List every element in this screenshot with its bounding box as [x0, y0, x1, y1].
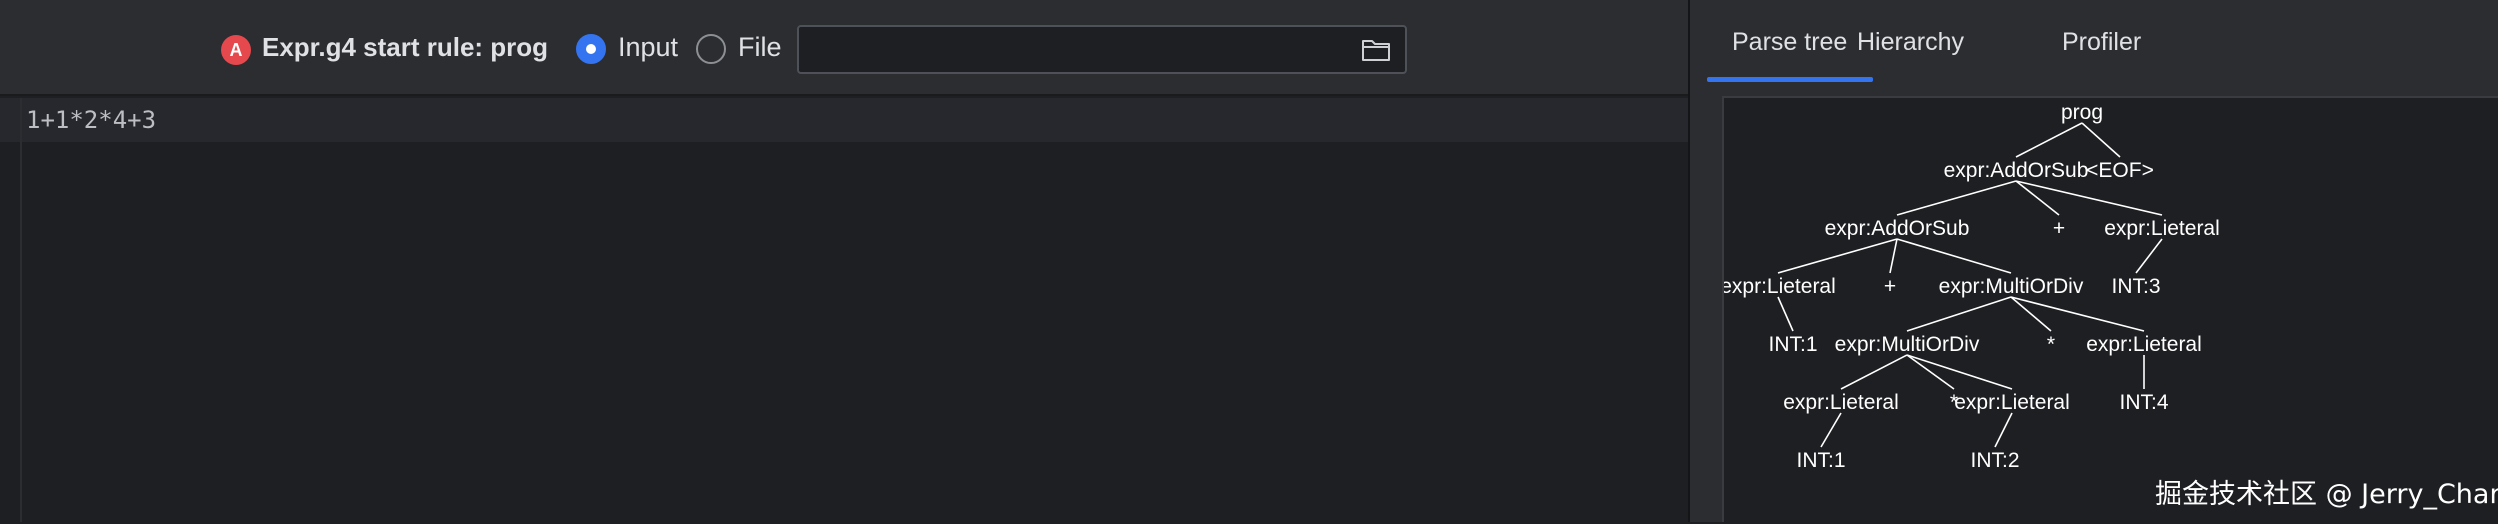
- tree-edge-lit_1b-int_1b: [1820, 412, 1842, 448]
- tree-node-mul-inner[interactable]: expr:MultiOrDiv: [1835, 333, 1980, 356]
- editor-gutter: [0, 98, 22, 522]
- parse-tree-graph: progexpr:AddOrSub<EOF>expr:AddOrSub + expr…: [1724, 101, 2220, 472]
- tree-node-lit-1a[interactable]: expr:Lieteral: [1724, 275, 1836, 298]
- tree-edge-mul_inner-lit_1b: [1840, 354, 1908, 390]
- tree-edge-mul_inner-lit_2: [1906, 354, 2013, 390]
- tree-edge-mul_outer-mul_inner: [1906, 296, 2012, 332]
- tree-node-lit-3[interactable]: expr:Lieteral: [2104, 217, 2220, 240]
- tree-node-int-4[interactable]: INT:4: [2119, 391, 2168, 414]
- tree-node-root[interactable]: prog: [2061, 101, 2103, 124]
- tree-node-int-1b[interactable]: INT:1: [1796, 449, 1845, 472]
- current-line-highlight: [0, 98, 1688, 142]
- tree-node-star-outer[interactable]: *: [2047, 333, 2055, 356]
- tree-node-int-1a[interactable]: INT:1: [1768, 333, 1817, 356]
- tree-node-lit-2[interactable]: expr:Lieteral: [1954, 391, 2070, 414]
- tree-edge-lit_1a-int_1a: [1777, 296, 1794, 332]
- tree-edge-lit_2-int_2: [1994, 412, 2013, 448]
- tree-node-int-3[interactable]: INT:3: [2111, 275, 2160, 298]
- tab-profiler[interactable]: Profiler: [2062, 28, 2141, 57]
- active-tab-indicator: [1707, 77, 1873, 82]
- error-icon: A: [221, 35, 251, 65]
- parse-tree-panel[interactable]: prog expr:AddOrSub <EOF> expr:AddOrSub + expr…: [1722, 96, 2498, 522]
- tree-edge-lit_3-int_3: [2135, 238, 2163, 274]
- start-rule-label: Expr.g4 start rule: prog: [262, 32, 549, 62]
- input-radio[interactable]: [576, 34, 606, 64]
- tree-node-lit-1b[interactable]: expr:Lieteral: [1783, 391, 1899, 414]
- tree-node-mul-outer[interactable]: expr:MultiOrDiv: [1939, 275, 2084, 298]
- results-tabs: Parse tree Hierarchy Profiler: [1690, 0, 2498, 84]
- tree-edge-mul_inner-star_inner: [1906, 354, 1955, 390]
- watermark: 掘金技术社区 @ Jerry_Chan: [2155, 479, 2498, 510]
- input-editor[interactable]: 1+1*2*4+3: [0, 98, 1688, 522]
- tab-hierarchy[interactable]: Hierarchy: [1857, 28, 1964, 57]
- tree-edge-add_outer-add_inner: [1896, 180, 2017, 216]
- tree-node-add-outer[interactable]: expr:AddOrSub: [1944, 159, 2089, 182]
- tree-node-add-inner[interactable]: expr:AddOrSub: [1825, 217, 1970, 240]
- tree-node-plus-inner[interactable]: +: [1884, 275, 1896, 298]
- tree-edge-add_inner-lit_1a: [1777, 238, 1898, 274]
- file-path-field[interactable]: [797, 25, 1407, 74]
- tree-edge-root-eof: [2081, 122, 2121, 158]
- tree-node-plus-outer[interactable]: +: [2053, 217, 2065, 240]
- tree-edge-root-add_outer: [2015, 122, 2083, 158]
- results-pane: Parse tree Hierarchy Profiler prog expr:A…: [1690, 0, 2498, 522]
- tree-node-eof[interactable]: <EOF>: [2086, 159, 2154, 182]
- input-radio-label[interactable]: Input: [618, 32, 678, 63]
- folder-icon[interactable]: [1361, 37, 1391, 63]
- tree-node-lit-4[interactable]: expr:Lieteral: [2086, 333, 2202, 356]
- editor-line-1[interactable]: 1+1*2*4+3: [26, 106, 156, 134]
- editor-pane: A Expr.g4 start rule: prog Input File 1+…: [0, 0, 1688, 522]
- tab-parse-tree[interactable]: Parse tree: [1732, 28, 1847, 57]
- tree-edge-add_inner-mul_outer: [1896, 238, 2012, 274]
- tree-node-int-2[interactable]: INT:2: [1970, 449, 2019, 472]
- file-radio[interactable]: [696, 34, 726, 64]
- file-radio-label[interactable]: File: [738, 32, 782, 63]
- tree-edge-add_inner-plus_inner: [1889, 238, 1898, 274]
- toolbar: A Expr.g4 start rule: prog Input File: [0, 0, 1688, 96]
